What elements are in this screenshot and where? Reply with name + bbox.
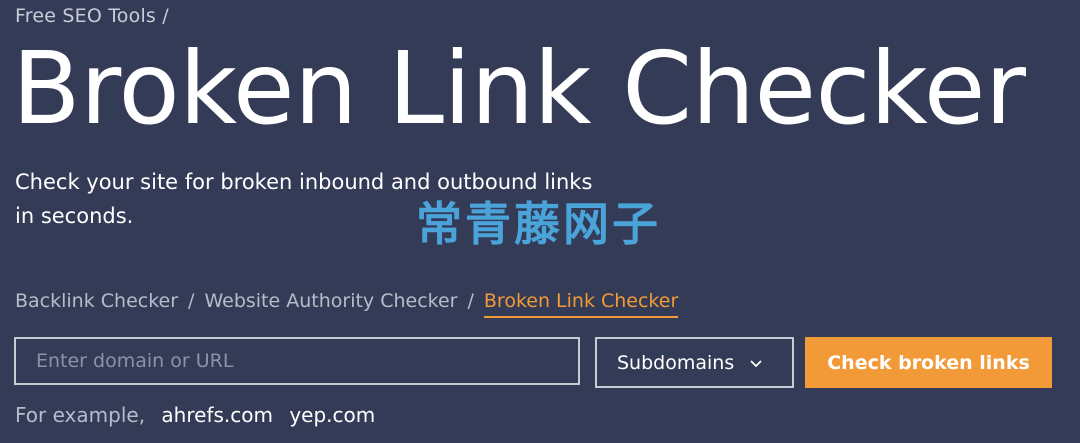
chevron-down-icon: [750, 354, 762, 372]
watermark: 常青藤网子: [416, 197, 661, 251]
example-link[interactable]: ahrefs.com: [161, 403, 273, 427]
examples-prefix: For example,: [15, 403, 146, 427]
tool-nav-separator: /: [467, 290, 474, 312]
tool-nav-website-authority-checker[interactable]: Website Authority Checker: [204, 290, 457, 312]
tool-nav-separator: /: [188, 290, 195, 312]
tool-nav-backlink-checker[interactable]: Backlink Checker: [15, 290, 178, 312]
tool-nav: Backlink Checker / Website Authority Che…: [15, 284, 679, 318]
example-link[interactable]: yep.com: [289, 403, 375, 427]
breadcrumb[interactable]: Free SEO Tools /: [15, 5, 169, 27]
page: Free SEO Tools / Broken Link Checker Che…: [0, 0, 1080, 443]
subdomains-select-label: Subdomains: [617, 351, 735, 374]
page-title: Broken Link Checker: [12, 30, 1026, 147]
check-broken-links-button[interactable]: Check broken links: [805, 337, 1052, 388]
examples: For example, ahrefs.com yep.com: [15, 403, 375, 427]
tool-nav-broken-link-checker[interactable]: Broken Link Checker: [483, 290, 679, 318]
subdomains-select[interactable]: Subdomains: [595, 337, 794, 388]
domain-input[interactable]: [14, 337, 580, 385]
